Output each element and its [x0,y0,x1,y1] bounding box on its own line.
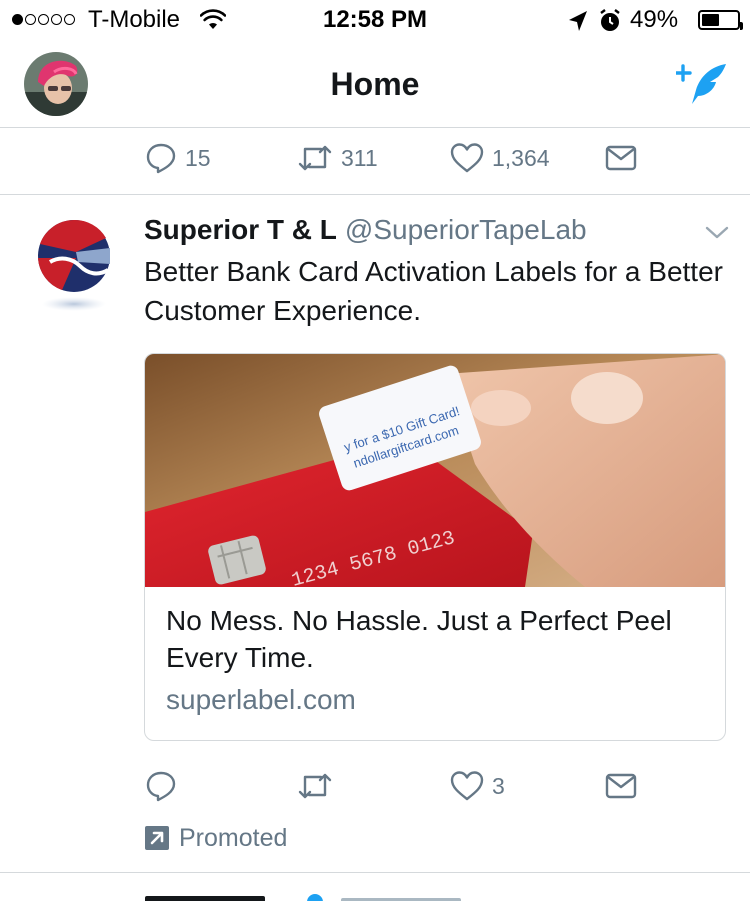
tweet-text: Better Bank Card Activation Labels for a… [144,256,723,326]
card-domain[interactable]: superlabel.com [166,684,356,716]
like-icon [450,143,484,173]
retweet-count: 311 [341,144,378,171]
alarm-icon [600,9,620,31]
promoted-icon [145,826,169,850]
like-button[interactable]: 3 [450,766,505,806]
link-card[interactable]: y for a $10 Gift Card! ndollargiftcard.c… [144,353,726,741]
author-name[interactable]: Superior T & L [144,214,337,245]
like-count: 1,364 [492,144,550,171]
previous-tweet-actions: 15 311 1,364 [145,138,665,178]
status-bar: T-Mobile 12:58 PM 49% [0,0,750,40]
tweet-divider [0,872,750,873]
promoted-label: Promoted [179,823,288,852]
like-count: 3 [492,772,505,799]
compose-tweet-icon[interactable] [676,62,728,108]
next-tweet-preview [145,894,461,901]
card-image: y for a $10 Gift Card! ndollargiftcard.c… [145,354,725,587]
chevron-down-icon[interactable] [704,222,730,242]
location-arrow-icon [569,11,587,31]
reply-button[interactable] [145,766,185,806]
author-avatar[interactable] [36,218,112,318]
direct-message-icon [605,145,637,171]
reply-icon [146,143,176,174]
tweet-header: Superior T & L @SuperiorTapeLab [144,214,587,246]
top-nav-bar: Home [0,40,750,128]
direct-message-button[interactable] [605,138,637,178]
reply-count: 15 [185,144,211,171]
battery-percent: 49% [630,6,679,33]
reply-button[interactable]: 15 [145,138,211,178]
retweet-icon [298,145,332,171]
author-handle[interactable]: @SuperiorTapeLab [345,214,587,245]
retweet-button[interactable]: 311 [297,138,378,178]
page-title: Home [330,66,420,102]
battery-level-fill [702,14,719,26]
battery-icon [698,10,743,30]
twitter-home-screen: T-Mobile 12:58 PM 49% Home 15 311 1,364 … [0,0,750,901]
retweet-button[interactable] [297,766,341,806]
card-title[interactable]: No Mess. No Hassle. Just a Perfect Peel … [166,602,706,676]
reply-icon [146,771,176,802]
tweet-actions: 3 [145,766,665,806]
direct-message-icon [605,773,637,799]
tweet-divider [0,194,750,195]
direct-message-button[interactable] [605,766,637,806]
like-icon [450,771,484,801]
retweet-icon [298,773,332,799]
like-button[interactable]: 1,364 [450,138,550,178]
promoted-indicator: Promoted [145,822,287,854]
